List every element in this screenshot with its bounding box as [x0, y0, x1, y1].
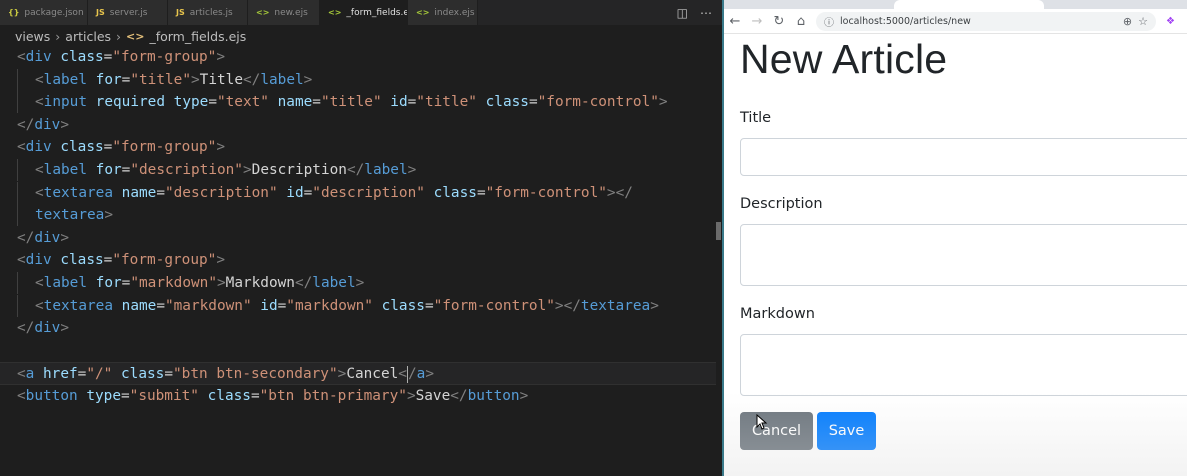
editor-tab-label: package.json [24, 7, 84, 18]
code-line[interactable]: textarea> [0, 204, 716, 227]
cancel-button[interactable]: Cancel [740, 412, 813, 450]
title-input[interactable] [740, 138, 1187, 176]
description-textarea[interactable] [740, 224, 1187, 286]
forward-icon[interactable]: → [746, 14, 768, 29]
browser-tab[interactable] [1054, 0, 1174, 9]
editor-tab-bar: {} package.json JS server.js JS articles.js <>… [0, 0, 724, 25]
markdown-label: Markdown [740, 306, 815, 322]
code-line[interactable]: <div class="form-group"> [0, 249, 716, 272]
code-line[interactable]: <textarea name="description" id="descrip… [0, 181, 716, 205]
extension-icon[interactable]: ❖ [1166, 16, 1175, 27]
description-label: Description [740, 196, 823, 212]
breadcrumb: views › articles › <> _form_fields.ejs [0, 25, 724, 47]
code-line[interactable]: <label for="markdown">Markdown</label> [0, 271, 716, 295]
chevron-right-icon: › [55, 28, 61, 44]
editor-tab-label: articles.js [189, 7, 233, 18]
code-line[interactable]: </div> [0, 317, 716, 340]
site-info-icon[interactable]: ⓘ [824, 14, 834, 29]
ejs-file-icon: <> [256, 8, 270, 17]
code-line[interactable]: <label for="title">Title</label> [0, 68, 716, 92]
page-title: New Article [740, 36, 948, 82]
code-line[interactable]: <input required type="text" name="title"… [0, 91, 716, 114]
ejs-file-icon: <> [416, 8, 430, 17]
chevron-right-icon: › [116, 28, 122, 44]
title-label: Title [740, 110, 772, 126]
editor-actions: ◫ ⋯ [677, 0, 724, 25]
save-button[interactable]: Save [817, 412, 876, 450]
code-line[interactable]: </div> [0, 227, 716, 250]
ejs-file-icon: <> [328, 8, 342, 17]
code-line[interactable]: <button type="submit" class="btn btn-pri… [0, 385, 716, 408]
code-line[interactable]: </div> [0, 114, 716, 137]
editor-tab[interactable]: JS server.js [88, 0, 168, 25]
code-line[interactable]: <div class="form-group"> [0, 46, 716, 69]
code-line[interactable]: <textarea name="markdown" id="markdown" … [0, 294, 716, 318]
browser-toolbar: ← → ↻ ⌂ ⓘ localhost:5000/articles/new ⊕ … [724, 9, 1187, 34]
editor-tab-label: new.ejs [274, 7, 308, 18]
editor-scrollbar-thumb[interactable] [716, 222, 721, 240]
breadcrumb-file[interactable]: _form_fields.ejs [149, 29, 246, 44]
breadcrumb-folder-articles[interactable]: articles [65, 29, 111, 44]
editor-tab[interactable]: <> index.ejs [408, 0, 478, 25]
code-line[interactable] [0, 340, 716, 363]
code-editor[interactable]: {} package.json JS server.js JS articles.js <>… [0, 0, 724, 476]
web-page: New Article Title Description Markdown C… [724, 34, 1187, 476]
editor-tab-label: server.js [109, 7, 148, 18]
code-line[interactable]: <a href="/" class="btn btn-secondary">Ca… [0, 362, 716, 385]
address-bar[interactable]: ⓘ localhost:5000/articles/new ⊕ ☆ [816, 11, 1156, 31]
browser-tab-strip [724, 0, 1187, 9]
markdown-textarea[interactable] [740, 334, 1187, 396]
editor-tab-label: _form_fields.ejs [346, 7, 407, 18]
js-file-icon: JS [176, 8, 185, 17]
js-file-icon: JS [96, 8, 105, 17]
ejs-file-icon: <> [126, 29, 145, 43]
browser-tab-active[interactable] [894, 0, 1044, 9]
editor-tab[interactable]: <> new.ejs [248, 0, 320, 25]
back-icon[interactable]: ← [724, 14, 746, 29]
mouse-pointer-icon [756, 414, 768, 430]
split-editor-icon[interactable]: ◫ [677, 6, 688, 20]
more-actions-icon[interactable]: ⋯ [700, 6, 712, 20]
reload-icon[interactable]: ↻ [768, 14, 790, 29]
editor-tab[interactable]: <>_form_fields.ejs× [320, 0, 408, 25]
code-line[interactable]: <label for="description">Description</la… [0, 158, 716, 182]
home-icon[interactable]: ⌂ [790, 14, 812, 29]
bookmark-star-icon[interactable]: ☆ [1138, 15, 1148, 28]
breadcrumb-folder-views[interactable]: views [15, 29, 50, 44]
code-area[interactable]: <div class="form-group"> <label for="titl… [0, 46, 716, 408]
browser-tab[interactable] [724, 0, 744, 9]
editor-tab[interactable]: JS articles.js [168, 0, 248, 25]
editor-tab-label: index.ejs [434, 7, 475, 18]
zoom-icon[interactable]: ⊕ [1123, 15, 1132, 28]
json-file-icon: {} [8, 8, 20, 17]
browser-window: ← → ↻ ⌂ ⓘ localhost:5000/articles/new ⊕ … [724, 0, 1187, 476]
editor-tab[interactable]: {} package.json [0, 0, 88, 25]
url-text[interactable]: localhost:5000/articles/new [840, 16, 1117, 27]
code-line[interactable]: <div class="form-group"> [0, 136, 716, 159]
